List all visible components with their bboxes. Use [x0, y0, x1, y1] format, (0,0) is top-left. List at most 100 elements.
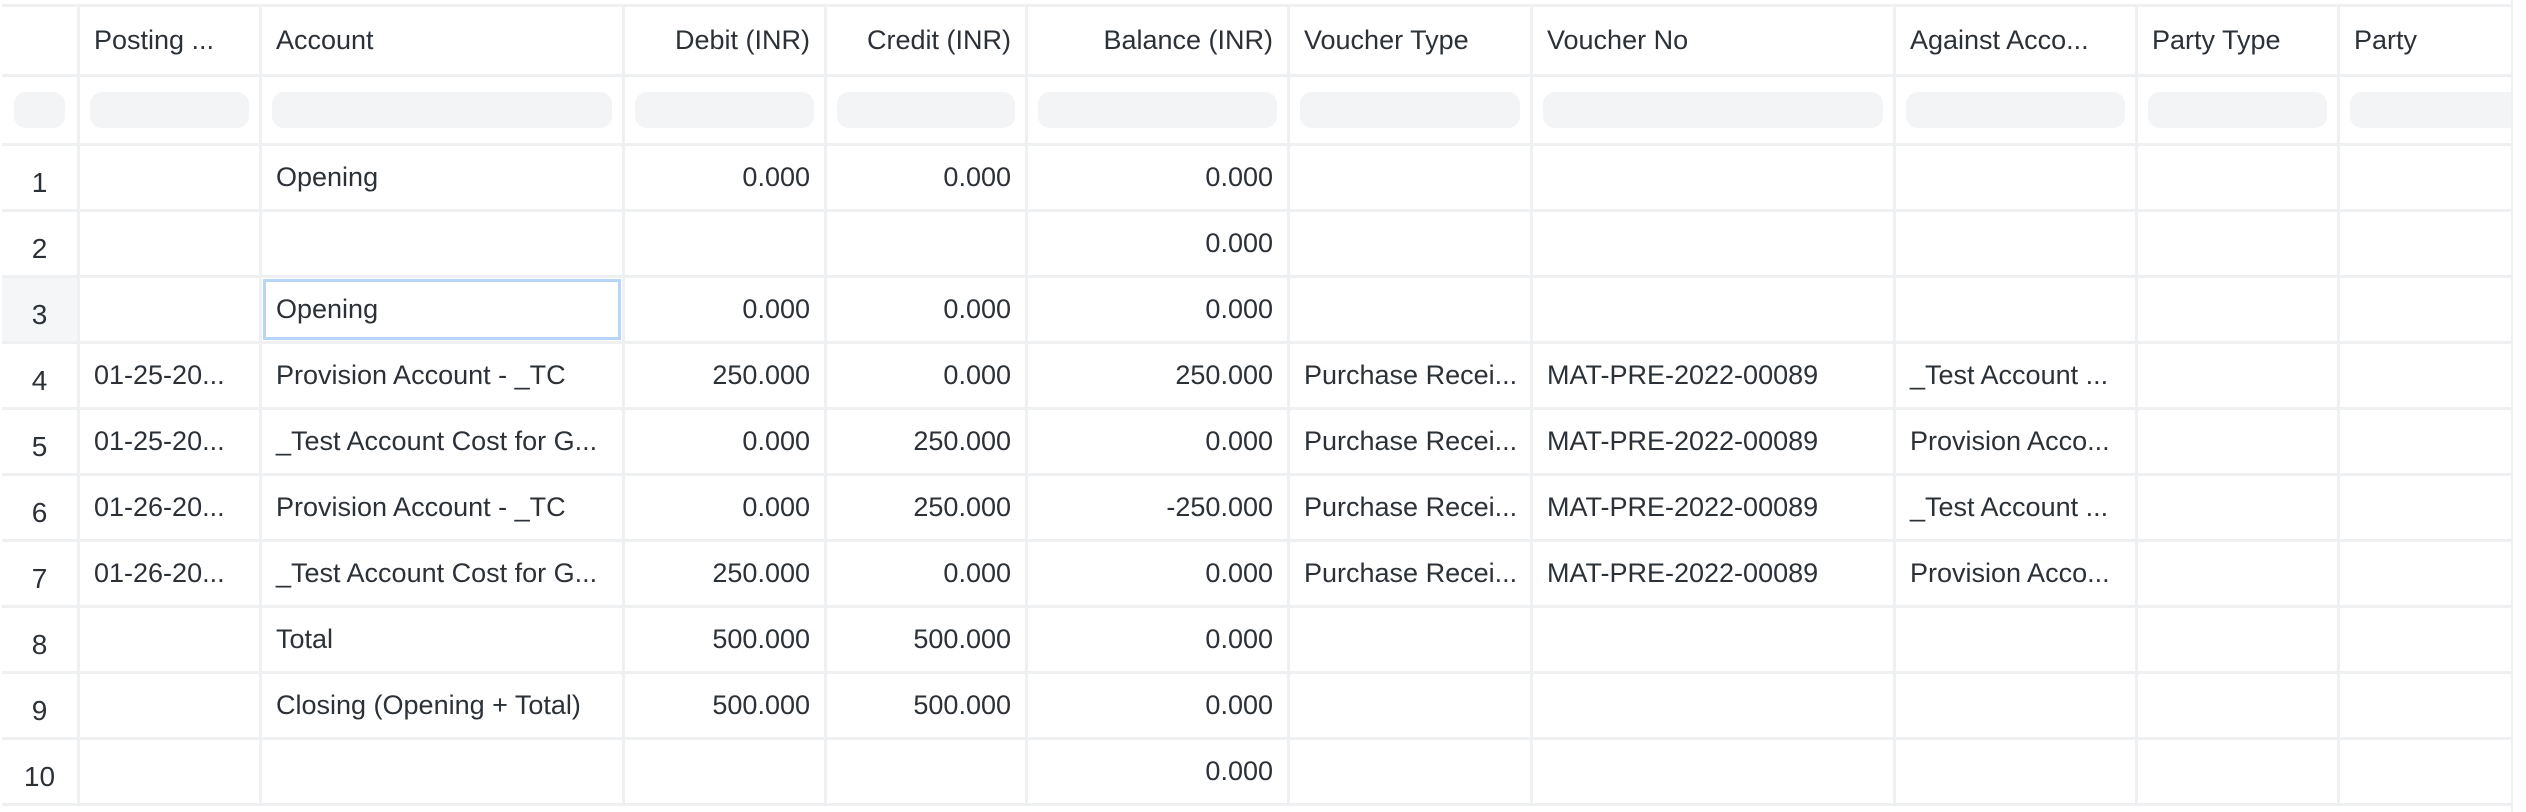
cell-debit[interactable]: 500.000: [625, 674, 827, 737]
cell-account[interactable]: Provision Account - _TC: [262, 344, 625, 407]
cell-party-type[interactable]: [2138, 278, 2340, 341]
cell-party-type[interactable]: [2138, 542, 2340, 605]
header-voucher-type[interactable]: Voucher Type: [1290, 7, 1533, 74]
cell-voucher-type[interactable]: [1290, 674, 1533, 737]
cell-account[interactable]: Total: [262, 608, 625, 671]
cell-debit[interactable]: [625, 212, 827, 275]
cell-party-type[interactable]: [2138, 740, 2340, 803]
filter-input-debit[interactable]: [635, 92, 814, 128]
row-number[interactable]: 10: [2, 740, 80, 803]
cell-debit[interactable]: 0.000: [625, 146, 827, 209]
cell-credit[interactable]: 0.000: [827, 146, 1028, 209]
cell-party[interactable]: [2340, 740, 2513, 803]
cell-account[interactable]: [262, 740, 625, 803]
cell-posting-date[interactable]: 01-25-20...: [80, 344, 262, 407]
cell-voucher-no[interactable]: MAT-PRE-2022-00089: [1533, 476, 1896, 539]
cell-balance[interactable]: 0.000: [1028, 146, 1290, 209]
cell-account[interactable]: Provision Account - _TC: [262, 476, 625, 539]
cell-party-type[interactable]: [2138, 212, 2340, 275]
cell-voucher-no[interactable]: [1533, 740, 1896, 803]
header-party-type[interactable]: Party Type: [2138, 7, 2340, 74]
header-debit[interactable]: Debit (INR): [625, 7, 827, 74]
cell-party-type[interactable]: [2138, 476, 2340, 539]
cell-voucher-no[interactable]: MAT-PRE-2022-00089: [1533, 344, 1896, 407]
filter-input-balance[interactable]: [1038, 92, 1277, 128]
cell-account[interactable]: Opening: [262, 146, 625, 209]
filter-input-voucher-type[interactable]: [1300, 92, 1520, 128]
cell-party[interactable]: [2340, 344, 2513, 407]
cell-voucher-type[interactable]: Purchase Recei...: [1290, 344, 1533, 407]
cell-voucher-type[interactable]: [1290, 278, 1533, 341]
cell-party-type[interactable]: [2138, 146, 2340, 209]
cell-against-account[interactable]: Provision Acco...: [1896, 542, 2138, 605]
cell-party-type[interactable]: [2138, 410, 2340, 473]
cell-posting-date[interactable]: [80, 212, 262, 275]
cell-posting-date[interactable]: [80, 146, 262, 209]
cell-account[interactable]: _Test Account Cost for G...: [262, 542, 625, 605]
cell-balance[interactable]: 250.000: [1028, 344, 1290, 407]
cell-credit[interactable]: 0.000: [827, 542, 1028, 605]
cell-against-account[interactable]: [1896, 608, 2138, 671]
cell-against-account[interactable]: [1896, 674, 2138, 737]
cell-credit[interactable]: 500.000: [827, 608, 1028, 671]
cell-voucher-no[interactable]: [1533, 212, 1896, 275]
cell-balance[interactable]: 0.000: [1028, 674, 1290, 737]
cell-balance[interactable]: 0.000: [1028, 410, 1290, 473]
row-number[interactable]: 7: [2, 542, 80, 605]
cell-balance[interactable]: -250.000: [1028, 476, 1290, 539]
cell-posting-date[interactable]: 01-26-20...: [80, 476, 262, 539]
cell-voucher-type[interactable]: [1290, 146, 1533, 209]
cell-posting-date[interactable]: [80, 608, 262, 671]
filter-input-voucher-no[interactable]: [1543, 92, 1883, 128]
cell-balance[interactable]: 0.000: [1028, 542, 1290, 605]
filter-input-party-type[interactable]: [2148, 92, 2327, 128]
cell-voucher-no[interactable]: MAT-PRE-2022-00089: [1533, 410, 1896, 473]
cell-credit[interactable]: 500.000: [827, 674, 1028, 737]
cell-party[interactable]: [2340, 674, 2513, 737]
header-balance[interactable]: Balance (INR): [1028, 7, 1290, 74]
header-voucher-no[interactable]: Voucher No: [1533, 7, 1896, 74]
row-number[interactable]: 1: [2, 146, 80, 209]
cell-voucher-type[interactable]: Purchase Recei...: [1290, 542, 1533, 605]
cell-against-account[interactable]: _Test Account ...: [1896, 344, 2138, 407]
cell-debit[interactable]: 0.000: [625, 278, 827, 341]
cell-account[interactable]: [262, 212, 625, 275]
cell-credit[interactable]: 0.000: [827, 278, 1028, 341]
cell-against-account[interactable]: [1896, 278, 2138, 341]
cell-credit[interactable]: 250.000: [827, 476, 1028, 539]
cell-voucher-type[interactable]: Purchase Recei...: [1290, 410, 1533, 473]
vertical-scrollbar[interactable]: [2511, 0, 2526, 812]
cell-party[interactable]: [2340, 476, 2513, 539]
row-number[interactable]: 4: [2, 344, 80, 407]
filter-input-account[interactable]: [272, 92, 612, 128]
filter-input-party[interactable]: [2350, 92, 2513, 128]
cell-debit[interactable]: 250.000: [625, 542, 827, 605]
cell-account[interactable]: Opening: [262, 278, 625, 341]
filter-input-against-account[interactable]: [1906, 92, 2125, 128]
cell-credit[interactable]: [827, 212, 1028, 275]
cell-party[interactable]: [2340, 278, 2513, 341]
cell-balance[interactable]: 0.000: [1028, 608, 1290, 671]
cell-credit[interactable]: [827, 740, 1028, 803]
cell-account[interactable]: _Test Account Cost for G...: [262, 410, 625, 473]
cell-account[interactable]: Closing (Opening + Total): [262, 674, 625, 737]
cell-party-type[interactable]: [2138, 344, 2340, 407]
cell-posting-date[interactable]: [80, 740, 262, 803]
cell-debit[interactable]: [625, 740, 827, 803]
cell-posting-date[interactable]: 01-25-20...: [80, 410, 262, 473]
cell-party-type[interactable]: [2138, 608, 2340, 671]
cell-voucher-type[interactable]: [1290, 212, 1533, 275]
cell-party[interactable]: [2340, 608, 2513, 671]
cell-against-account[interactable]: Provision Acco...: [1896, 410, 2138, 473]
cell-voucher-type[interactable]: [1290, 740, 1533, 803]
row-number[interactable]: 3: [2, 278, 80, 341]
row-number[interactable]: 6: [2, 476, 80, 539]
row-number[interactable]: 9: [2, 674, 80, 737]
cell-voucher-type[interactable]: Purchase Recei...: [1290, 476, 1533, 539]
cell-debit[interactable]: 500.000: [625, 608, 827, 671]
cell-voucher-no[interactable]: [1533, 146, 1896, 209]
cell-debit[interactable]: 0.000: [625, 476, 827, 539]
cell-against-account[interactable]: [1896, 212, 2138, 275]
cell-posting-date[interactable]: 01-26-20...: [80, 542, 262, 605]
cell-balance[interactable]: 0.000: [1028, 212, 1290, 275]
